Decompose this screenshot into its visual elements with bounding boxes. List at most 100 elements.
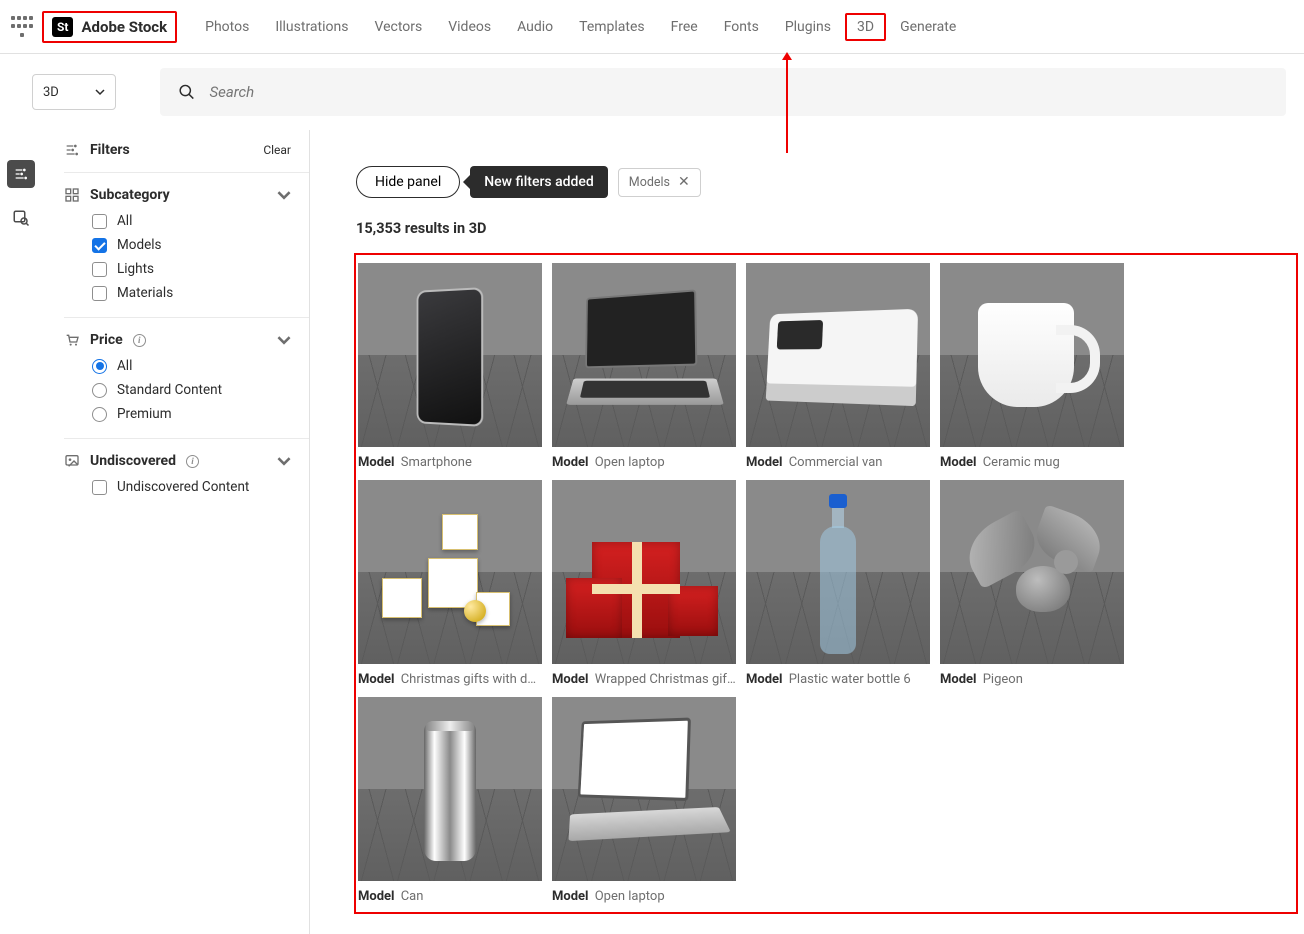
category-select[interactable]: 3D bbox=[32, 74, 116, 110]
filter-head-undiscovered[interactable]: Undiscovered i bbox=[64, 453, 291, 469]
brand-name: Adobe Stock bbox=[81, 18, 167, 36]
cart-icon bbox=[64, 332, 80, 348]
brand-badge: St bbox=[52, 17, 73, 37]
radio-icon bbox=[92, 407, 107, 422]
nav-audio[interactable]: Audio bbox=[505, 13, 565, 41]
result-thumbnail[interactable] bbox=[746, 480, 930, 664]
result-thumbnail[interactable] bbox=[746, 263, 930, 447]
radio-icon bbox=[92, 359, 107, 374]
filters-rail-button[interactable] bbox=[7, 160, 35, 188]
result-caption: Model Ceramic mug bbox=[940, 447, 1124, 470]
radio-icon bbox=[92, 383, 107, 398]
option-label: Premium bbox=[117, 406, 172, 422]
chevron-down-icon bbox=[277, 333, 291, 347]
result-card: Model Open laptop bbox=[552, 697, 736, 904]
clear-filters[interactable]: Clear bbox=[263, 143, 291, 157]
new-filters-badge: New filters added bbox=[470, 166, 608, 198]
result-card: Model Wrapped Christmas gifts 1 bbox=[552, 480, 736, 687]
filter-chip-models[interactable]: Models ✕ bbox=[618, 168, 701, 197]
result-thumbnail[interactable] bbox=[552, 697, 736, 881]
filter-option[interactable]: Standard Content bbox=[92, 382, 291, 398]
checkbox-icon bbox=[92, 238, 107, 253]
result-thumbnail[interactable] bbox=[940, 480, 1124, 664]
results-grid-annotation: Model Smartphone Model Open laptop Model C… bbox=[354, 253, 1298, 914]
result-card: Model Pigeon bbox=[940, 480, 1124, 687]
result-card: Model Ceramic mug bbox=[940, 263, 1124, 470]
option-label: Models bbox=[117, 237, 162, 253]
info-icon[interactable]: i bbox=[186, 455, 199, 468]
count-number: 15,353 bbox=[356, 220, 401, 237]
hide-panel-button[interactable]: Hide panel bbox=[356, 166, 460, 198]
result-caption: Model Open laptop bbox=[552, 881, 736, 904]
nav-templates[interactable]: Templates bbox=[567, 13, 657, 41]
search-icon bbox=[178, 83, 195, 101]
nav-generate[interactable]: Generate bbox=[888, 13, 968, 41]
image-search-icon bbox=[12, 209, 30, 227]
result-thumbnail[interactable] bbox=[940, 263, 1124, 447]
chevron-down-icon bbox=[277, 188, 291, 202]
left-rail bbox=[0, 130, 42, 934]
undiscovered-title: Undiscovered bbox=[90, 453, 176, 469]
option-label: Undiscovered Content bbox=[117, 479, 249, 495]
result-caption: Model Open laptop bbox=[552, 447, 736, 470]
nav-free[interactable]: Free bbox=[659, 13, 710, 41]
result-thumbnail[interactable] bbox=[358, 697, 542, 881]
filter-option[interactable]: All bbox=[92, 358, 291, 374]
checkbox-icon bbox=[92, 286, 107, 301]
result-caption: Model Can bbox=[358, 881, 542, 904]
top-nav: St Adobe Stock PhotosIllustrationsVector… bbox=[0, 0, 1304, 54]
result-caption: Model Pigeon bbox=[940, 664, 1124, 687]
option-label: All bbox=[117, 358, 132, 374]
sliders-icon bbox=[13, 166, 29, 182]
result-card: Model Plastic water bottle 6 bbox=[746, 480, 930, 687]
filters-panel: Filters Clear Subcategory All Models Light… bbox=[42, 130, 310, 934]
subcategory-title: Subcategory bbox=[90, 187, 170, 203]
search-input[interactable] bbox=[209, 83, 1268, 101]
count-label: results in bbox=[405, 220, 465, 237]
filter-option[interactable]: Materials bbox=[92, 285, 291, 301]
chip-label: Models bbox=[629, 175, 670, 190]
nav-fonts[interactable]: Fonts bbox=[712, 13, 771, 41]
results-toolbar: Hide panel New filters added Models ✕ bbox=[310, 130, 1304, 198]
result-thumbnail[interactable] bbox=[358, 263, 542, 447]
result-thumbnail[interactable] bbox=[552, 263, 736, 447]
result-card: Model Commercial van bbox=[746, 263, 930, 470]
checkbox-icon bbox=[92, 214, 107, 229]
filter-option[interactable]: Models bbox=[92, 237, 291, 253]
filter-option[interactable]: Premium bbox=[92, 406, 291, 422]
filter-section-undiscovered: Undiscovered i Undiscovered Content bbox=[64, 438, 309, 511]
nav-vectors[interactable]: Vectors bbox=[362, 13, 434, 41]
nav-3d[interactable]: 3D bbox=[845, 13, 886, 41]
result-thumbnail[interactable] bbox=[552, 480, 736, 664]
info-icon[interactable]: i bbox=[133, 334, 146, 347]
nav-links: PhotosIllustrationsVectorsVideosAudioTem… bbox=[193, 13, 968, 41]
filters-title: Filters bbox=[90, 142, 130, 158]
result-caption: Model Plastic water bottle 6 bbox=[746, 664, 930, 687]
filter-head-price[interactable]: Price i bbox=[64, 332, 291, 348]
apps-switcher-icon[interactable] bbox=[10, 15, 34, 39]
chevron-down-icon bbox=[95, 87, 105, 97]
image-icon bbox=[64, 453, 80, 469]
close-icon[interactable]: ✕ bbox=[678, 175, 690, 189]
nav-plugins[interactable]: Plugins bbox=[773, 13, 843, 41]
filter-section-subcategory: Subcategory All Models Lights Materials bbox=[64, 172, 309, 317]
main-content: Hide panel New filters added Models ✕ 15… bbox=[310, 130, 1304, 934]
filter-option[interactable]: Lights bbox=[92, 261, 291, 277]
result-caption: Model Wrapped Christmas gifts 1 bbox=[552, 664, 736, 687]
nav-videos[interactable]: Videos bbox=[436, 13, 503, 41]
checkbox-icon bbox=[92, 480, 107, 495]
nav-illustrations[interactable]: Illustrations bbox=[263, 13, 360, 41]
result-card: Model Smartphone bbox=[358, 263, 542, 470]
filter-option[interactable]: All bbox=[92, 213, 291, 229]
result-thumbnail[interactable] bbox=[358, 480, 542, 664]
filter-head-subcategory[interactable]: Subcategory bbox=[64, 187, 291, 203]
filter-option[interactable]: Undiscovered Content bbox=[92, 479, 291, 495]
visual-search-rail-button[interactable] bbox=[7, 204, 35, 232]
result-caption: Model Smartphone bbox=[358, 447, 542, 470]
results-grid: Model Smartphone Model Open laptop Model C… bbox=[358, 263, 1294, 904]
brand-logo[interactable]: St Adobe Stock bbox=[42, 11, 177, 43]
count-scope: 3D bbox=[469, 220, 487, 237]
nav-photos[interactable]: Photos bbox=[193, 13, 261, 41]
option-label: All bbox=[117, 213, 132, 229]
result-caption: Model Commercial van bbox=[746, 447, 930, 470]
